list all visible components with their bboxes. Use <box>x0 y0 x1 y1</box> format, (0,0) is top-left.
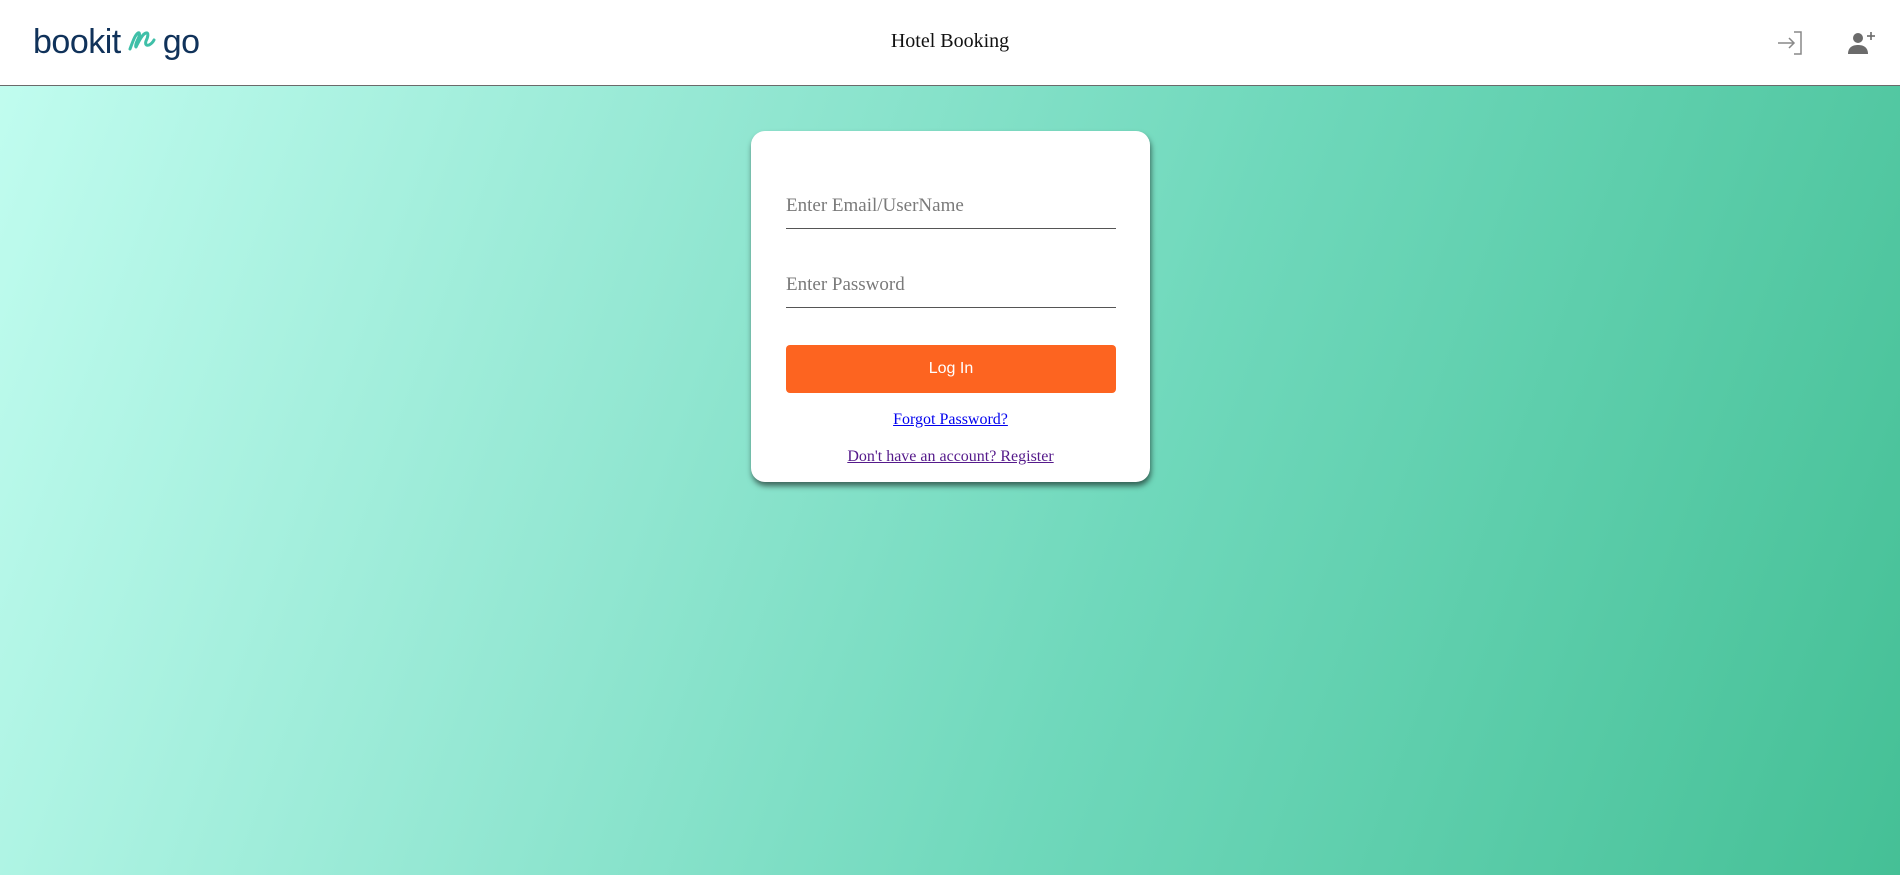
password-input[interactable] <box>786 270 1116 308</box>
page-title: Hotel Booking <box>890 30 1010 52</box>
login-card: Log In Forgot Password? Don't have an ac… <box>751 131 1150 482</box>
login-button[interactable]: Log In <box>786 345 1116 393</box>
email-username-input[interactable] <box>786 191 1116 229</box>
login-icon[interactable] <box>1773 26 1807 60</box>
top-header: bookit go Hotel Booking <box>0 0 1900 86</box>
register-link[interactable]: Don't have an account? Register <box>751 448 1150 466</box>
forgot-password-link[interactable]: Forgot Password? <box>751 411 1150 429</box>
person-add-icon[interactable] <box>1844 26 1878 60</box>
